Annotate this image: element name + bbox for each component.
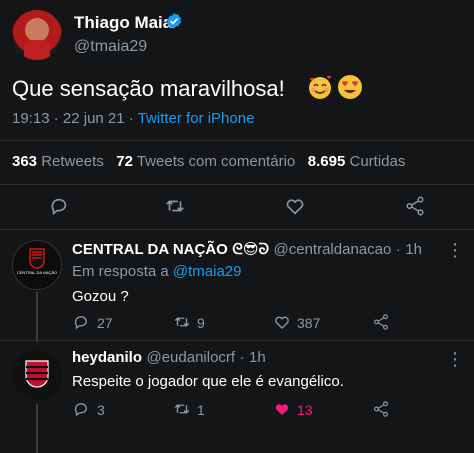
reply-age: 1h — [248, 349, 266, 366]
tweet-time: 19:13 — [12, 110, 50, 127]
tweet-source[interactable]: Twitter for iPhone — [138, 110, 255, 127]
tweet-meta: 19:13 · 22 jun 21 · Twitter for iPhone — [12, 110, 254, 127]
likes-stat[interactable]: 8.695 Curtidas — [308, 153, 406, 170]
liked-heart-icon[interactable] — [273, 400, 291, 418]
like-count: 13 — [297, 402, 313, 418]
author-avatar[interactable] — [12, 10, 62, 60]
share-icon[interactable] — [372, 313, 390, 331]
reply-header: heydanilo @eudanilocrf · 1h — [72, 349, 266, 367]
tweet-stats: 363 Retweets 72 Tweets com comentário 8.… — [12, 153, 405, 170]
more-options-icon[interactable]: ⋮ — [446, 349, 464, 370]
meta-separator: · — [53, 110, 63, 127]
reply-text: Gozou ? — [72, 288, 129, 305]
retweets-stat[interactable]: 363 Retweets — [12, 153, 104, 170]
reply-icon[interactable] — [48, 195, 70, 217]
reply-icon[interactable] — [72, 313, 90, 331]
retweet-icon[interactable] — [173, 313, 191, 331]
reply-header: CENTRAL DA NAÇÃO ᘓ😎ᘐ @centraldanacao · 1… — [72, 240, 422, 259]
in-reply-to: Em resposta a @tmaia29 — [72, 263, 242, 280]
verified-badge-icon — [166, 13, 182, 29]
retweet-count: 1 — [197, 402, 205, 418]
flamengo-crest-icon — [25, 360, 49, 388]
flamengo-crest-icon: CENTRAL DA NAÇÃO — [17, 248, 57, 275]
reply-author-name[interactable]: CENTRAL DA NAÇÃO — [72, 241, 228, 258]
author-name[interactable]: Thiago Maia — [74, 13, 172, 33]
quotes-stat[interactable]: 72 Tweets com comentário — [116, 153, 295, 170]
divider — [0, 140, 474, 141]
meta-separator: · — [239, 349, 245, 366]
avatar-caption: CENTRAL DA NAÇÃO — [17, 270, 57, 275]
retweet-icon[interactable] — [173, 400, 191, 418]
divider — [0, 340, 474, 341]
retweet-icon[interactable] — [164, 195, 186, 217]
reply-author-name[interactable]: heydanilo — [72, 349, 142, 366]
heart-eyes-icon — [338, 75, 362, 99]
smiling-face-with-hearts-icon — [309, 75, 331, 99]
reply-age: 1h — [405, 241, 422, 258]
reply-text: Respeite o jogador que ele é evangélico. — [72, 373, 344, 390]
meta-separator: · — [128, 110, 138, 127]
reply-avatar[interactable] — [12, 350, 62, 400]
meta-separator: · — [395, 241, 401, 258]
thread-line — [36, 292, 38, 342]
tweet-date[interactable]: 22 jun 21 — [63, 110, 125, 127]
more-options-icon[interactable]: ⋮ — [446, 240, 464, 261]
thread-line — [36, 404, 38, 453]
reply-avatar[interactable]: CENTRAL DA NAÇÃO — [12, 240, 62, 290]
share-icon[interactable] — [372, 400, 390, 418]
tweet-text: Que sensação maravilhosa! — [12, 76, 285, 101]
reply-icon[interactable] — [72, 400, 90, 418]
divider — [0, 184, 474, 185]
in-reply-to-handle[interactable]: @tmaia29 — [173, 263, 242, 280]
reply-name-emoji: ᘓ😎ᘐ — [232, 241, 270, 258]
reply-author-handle[interactable]: @centraldanacao — [274, 241, 392, 258]
like-icon[interactable] — [273, 313, 291, 331]
share-icon[interactable] — [404, 195, 426, 217]
author-handle[interactable]: @tmaia29 — [74, 38, 147, 56]
reply-count: 27 — [97, 315, 113, 331]
reply-count: 3 — [97, 402, 105, 418]
like-icon[interactable] — [284, 195, 306, 217]
divider — [0, 229, 474, 230]
like-count: 387 — [297, 315, 321, 331]
retweet-count: 9 — [197, 315, 205, 331]
reply-author-handle[interactable]: @eudanilocrf — [146, 349, 235, 366]
